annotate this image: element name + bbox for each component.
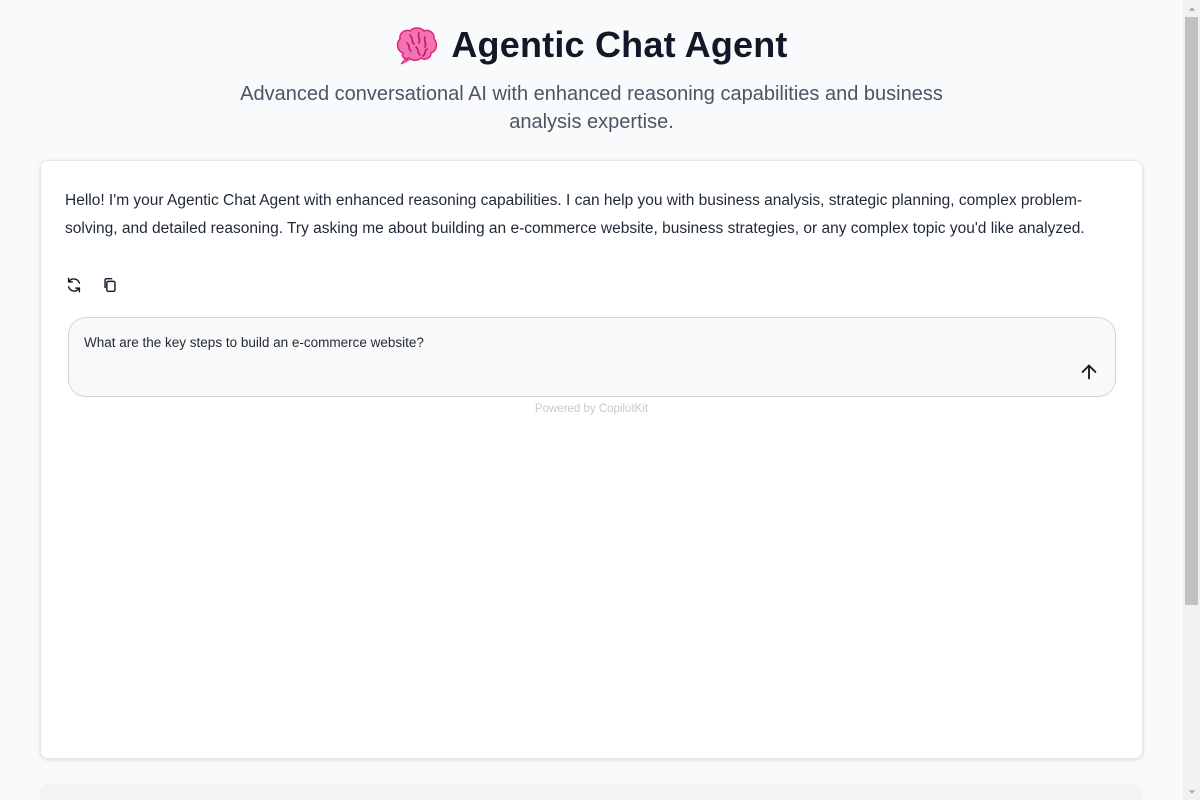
- arrow-up-icon: [1081, 364, 1097, 380]
- regenerate-icon[interactable]: [65, 275, 83, 295]
- message-input-box: [68, 317, 1116, 397]
- brain-icon: [395, 25, 439, 65]
- scroll-up-icon[interactable]: [1183, 0, 1200, 17]
- title-row: Agentic Chat Agent: [0, 22, 1183, 68]
- page-subtitle: Advanced conversational AI with enhanced…: [240, 83, 943, 133]
- send-button[interactable]: [1077, 360, 1101, 384]
- copy-icon[interactable]: [101, 275, 119, 295]
- scrollbar[interactable]: [1183, 0, 1200, 800]
- message-actions: [65, 275, 119, 295]
- page: Agentic Chat Agent Advanced conversation…: [0, 0, 1183, 800]
- header: Agentic Chat Agent Advanced conversation…: [0, 0, 1183, 136]
- scroll-thumb[interactable]: [1185, 17, 1198, 605]
- powered-by-label: Powered by CopilotKit: [534, 403, 649, 415]
- bottom-panel: [40, 784, 1143, 800]
- scroll-down-icon[interactable]: [1183, 783, 1200, 800]
- chat-panel: Hello! I'm your Agentic Chat Agent with …: [40, 160, 1143, 759]
- message-input[interactable]: [84, 335, 1044, 350]
- page-title: Agentic Chat Agent: [451, 24, 788, 65]
- assistant-message: Hello! I'm your Agentic Chat Agent with …: [65, 192, 1085, 237]
